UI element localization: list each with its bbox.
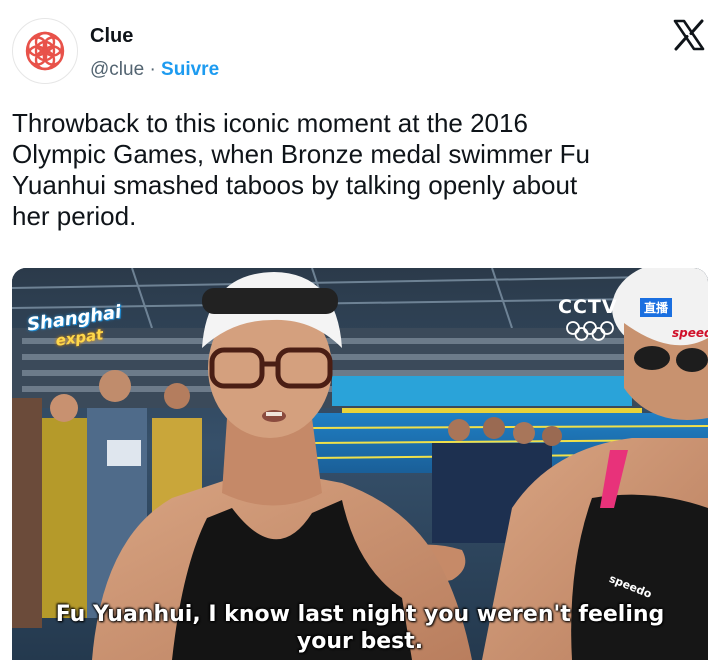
x-logo-icon[interactable] [672, 18, 706, 52]
cap-brand-text: speed [672, 326, 708, 340]
tweet-text-line: her period. [12, 201, 137, 231]
author-name-row: Clue [90, 24, 133, 48]
broadcaster-logo: CCTV [558, 296, 618, 318]
tweet-card: Clue @clue · Suivre Throwback to this ic… [0, 0, 711, 660]
handle[interactable]: @clue [90, 59, 144, 80]
avatar[interactable] [12, 18, 78, 84]
tweet-text: Throwback to this iconic moment at the 2… [12, 108, 692, 232]
live-badge: 直播 [640, 298, 673, 317]
subtitle-line: your best. [296, 629, 424, 654]
display-name[interactable]: Clue [90, 25, 133, 47]
author-handle-row: @clue · Suivre [90, 58, 219, 82]
separator-dot: · [149, 59, 156, 80]
tweet-text-line: Yuanhui smashed taboos by talking openly… [12, 170, 578, 200]
video-subtitle: Fu Yuanhui, I know last night you weren'… [12, 601, 708, 655]
tweet-text-line: Olympic Games, when Bronze medal swimmer… [12, 139, 590, 169]
subtitle-line: Fu Yuanhui, I know last night you weren'… [55, 602, 665, 627]
olympic-rings-icon [566, 321, 614, 341]
clue-flower-logo-icon [25, 31, 65, 71]
follow-button[interactable]: Suivre [161, 59, 219, 80]
tweet-video[interactable]: Shanghai expat CCTV 直播 speed speedo Fu Y… [12, 268, 708, 660]
tweet-text-line: Throwback to this iconic moment at the 2… [12, 108, 528, 138]
